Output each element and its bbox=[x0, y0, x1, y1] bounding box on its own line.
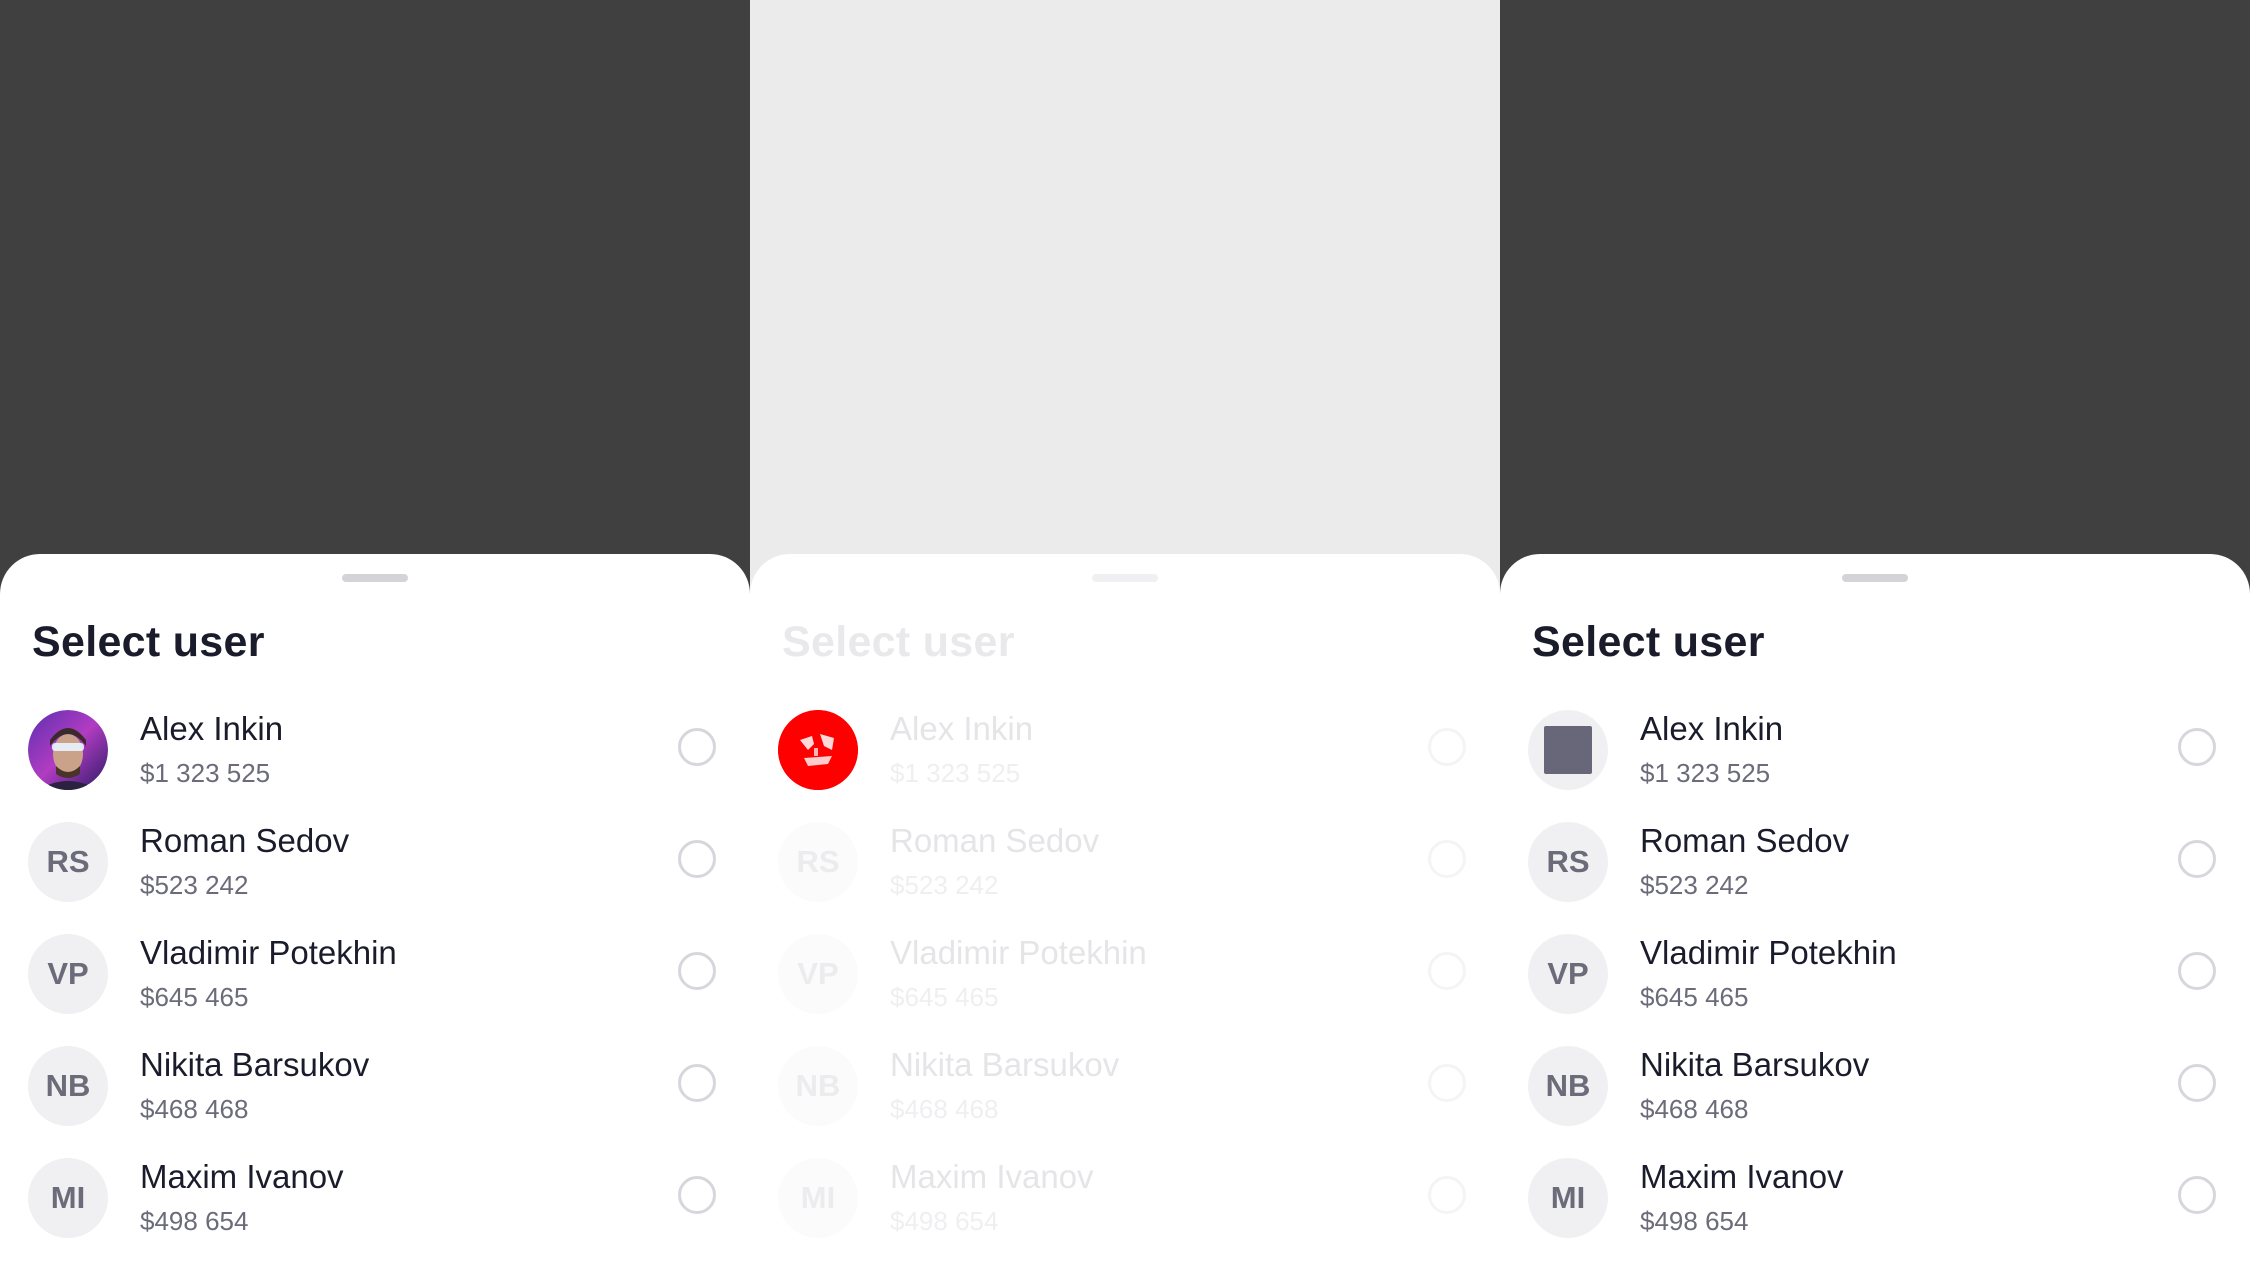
user-amount: $1 323 525 bbox=[140, 758, 271, 788]
avatar bbox=[778, 710, 858, 790]
select-radio[interactable] bbox=[1428, 728, 1466, 766]
user-row[interactable]: NB Nikita Barsukov $468 468 bbox=[1500, 1046, 2250, 1158]
screens-row: Select user Alex Inkin $1 323 525 RS Rom… bbox=[0, 0, 2250, 1266]
user-row[interactable]: NB Nikita Barsukov $468 468 bbox=[750, 1046, 1500, 1158]
sheet-drag-handle[interactable] bbox=[342, 574, 408, 582]
screen-fading: Select user Alex Inkin $1 323 525 RS Rom… bbox=[750, 0, 1500, 1266]
user-name: Maxim Ivanov bbox=[890, 1158, 1094, 1195]
user-row[interactable]: RS Roman Sedov $523 242 bbox=[750, 822, 1500, 934]
select-radio[interactable] bbox=[678, 728, 716, 766]
select-radio[interactable] bbox=[2178, 728, 2216, 766]
screen-loaded: Select user Alex Inkin $1 323 525 RS Rom… bbox=[0, 0, 750, 1266]
user-amount: $498 654 bbox=[1640, 1206, 1749, 1236]
user-name: Roman Sedov bbox=[890, 822, 1100, 859]
user-row[interactable]: Alex Inkin $1 323 525 bbox=[0, 710, 750, 822]
user-row[interactable]: VP Vladimir Potekhin $645 465 bbox=[1500, 934, 2250, 1046]
user-name: Alex Inkin bbox=[140, 710, 284, 747]
user-name: Nikita Barsukov bbox=[1640, 1046, 1870, 1083]
user-amount: $1 323 525 bbox=[890, 758, 1021, 788]
select-radio[interactable] bbox=[2178, 1176, 2216, 1214]
user-row[interactable]: MI Maxim Ivanov $498 654 bbox=[1500, 1158, 2250, 1266]
user-name: Roman Sedov bbox=[140, 822, 350, 859]
avatar-initials: VP bbox=[28, 934, 108, 1014]
user-amount: $523 242 bbox=[140, 870, 249, 900]
select-radio[interactable] bbox=[2178, 840, 2216, 878]
user-name: Vladimir Potekhin bbox=[140, 934, 397, 971]
select-radio[interactable] bbox=[1428, 952, 1466, 990]
sheet-title: Select user bbox=[782, 618, 1015, 666]
avatar-initials: VP bbox=[1528, 934, 1608, 1014]
select-radio[interactable] bbox=[678, 952, 716, 990]
user-photo-icon bbox=[28, 710, 108, 790]
avatar-initials: MI bbox=[28, 1158, 108, 1238]
user-name: Vladimir Potekhin bbox=[890, 934, 1147, 971]
user-list: Alex Inkin $1 323 525 RS Roman Sedov $52… bbox=[750, 710, 1500, 1266]
avatar bbox=[28, 710, 108, 790]
user-amount: $645 465 bbox=[890, 982, 999, 1012]
user-name: Nikita Barsukov bbox=[890, 1046, 1120, 1083]
select-radio[interactable] bbox=[678, 1064, 716, 1102]
user-row[interactable]: VP Vladimir Potekhin $645 465 bbox=[0, 934, 750, 1046]
avatar-loading-icon bbox=[778, 710, 858, 790]
user-amount: $1 323 525 bbox=[1640, 758, 1771, 788]
sheet-drag-handle[interactable] bbox=[1842, 574, 1908, 582]
select-radio[interactable] bbox=[2178, 952, 2216, 990]
user-amount: $523 242 bbox=[890, 870, 999, 900]
user-amount: $468 468 bbox=[890, 1094, 999, 1124]
select-radio[interactable] bbox=[678, 1176, 716, 1214]
user-name: Roman Sedov bbox=[1640, 822, 1850, 859]
image-placeholder-icon bbox=[1544, 726, 1592, 774]
avatar-initials: NB bbox=[778, 1046, 858, 1126]
user-name: Nikita Barsukov bbox=[140, 1046, 370, 1083]
avatar-initials: RS bbox=[1528, 822, 1608, 902]
user-row[interactable]: Alex Inkin $1 323 525 bbox=[750, 710, 1500, 822]
user-row[interactable]: Alex Inkin $1 323 525 bbox=[1500, 710, 2250, 822]
user-row[interactable]: VP Vladimir Potekhin $645 465 bbox=[750, 934, 1500, 1046]
user-row[interactable]: NB Nikita Barsukov $468 468 bbox=[0, 1046, 750, 1158]
user-name: Alex Inkin bbox=[1640, 710, 1784, 747]
sheet-title: Select user bbox=[1532, 618, 1765, 666]
user-row[interactable]: MI Maxim Ivanov $498 654 bbox=[0, 1158, 750, 1266]
avatar-initials: RS bbox=[778, 822, 858, 902]
avatar-initials: RS bbox=[28, 822, 108, 902]
user-amount: $645 465 bbox=[1640, 982, 1749, 1012]
user-row[interactable]: MI Maxim Ivanov $498 654 bbox=[750, 1158, 1500, 1266]
select-radio[interactable] bbox=[1428, 1176, 1466, 1214]
select-radio[interactable] bbox=[1428, 1064, 1466, 1102]
user-row[interactable]: RS Roman Sedov $523 242 bbox=[1500, 822, 2250, 934]
select-radio[interactable] bbox=[1428, 840, 1466, 878]
user-amount: $498 654 bbox=[140, 1206, 249, 1236]
user-amount: $468 468 bbox=[1640, 1094, 1749, 1124]
user-name: Alex Inkin bbox=[890, 710, 1034, 747]
avatar-initials: MI bbox=[1528, 1158, 1608, 1238]
user-name: Vladimir Potekhin bbox=[1640, 934, 1897, 971]
select-radio[interactable] bbox=[2178, 1064, 2216, 1102]
bottom-sheet: Select user Alex Inkin $1 323 525 RS Rom… bbox=[750, 554, 1500, 1266]
user-amount: $645 465 bbox=[140, 982, 249, 1012]
avatar-initials: MI bbox=[778, 1158, 858, 1238]
sheet-drag-handle[interactable] bbox=[1092, 574, 1158, 582]
user-amount: $498 654 bbox=[890, 1206, 999, 1236]
sheet-title: Select user bbox=[32, 618, 265, 666]
avatar-initials: NB bbox=[28, 1046, 108, 1126]
user-amount: $523 242 bbox=[1640, 870, 1749, 900]
screen-placeholder: Select user Alex Inkin $1 323 525 RS Rom… bbox=[1500, 0, 2250, 1266]
select-radio[interactable] bbox=[678, 840, 716, 878]
user-name: Maxim Ivanov bbox=[140, 1158, 344, 1195]
avatar-initials: NB bbox=[1528, 1046, 1608, 1126]
user-list: Alex Inkin $1 323 525 RS Roman Sedov $52… bbox=[1500, 710, 2250, 1266]
bottom-sheet: Select user Alex Inkin $1 323 525 RS Rom… bbox=[0, 554, 750, 1266]
bottom-sheet: Select user Alex Inkin $1 323 525 RS Rom… bbox=[1500, 554, 2250, 1266]
user-list: Alex Inkin $1 323 525 RS Roman Sedov $52… bbox=[0, 710, 750, 1266]
user-row[interactable]: RS Roman Sedov $523 242 bbox=[0, 822, 750, 934]
avatar bbox=[1528, 710, 1608, 790]
avatar-initials: VP bbox=[778, 934, 858, 1014]
user-amount: $468 468 bbox=[140, 1094, 249, 1124]
user-name: Maxim Ivanov bbox=[1640, 1158, 1844, 1195]
